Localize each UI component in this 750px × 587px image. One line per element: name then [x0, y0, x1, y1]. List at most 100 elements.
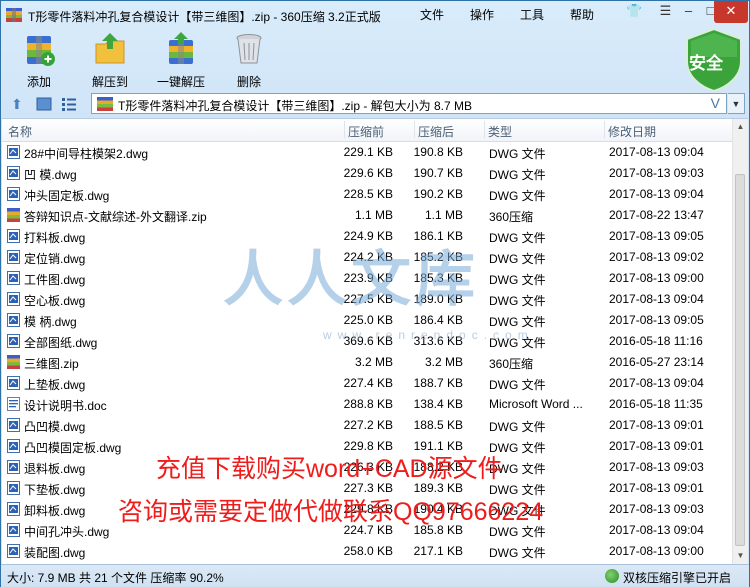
scroll-down-icon[interactable]: ▼ [733, 548, 748, 564]
dwg-file-icon [7, 229, 20, 243]
file-name: 卸料板.dwg [24, 504, 86, 518]
modified-date: 2017-08-13 09:00 [609, 544, 704, 558]
toolbar: 添加 解压到 一键解压 删除 [1, 29, 749, 91]
one-click-extract-button[interactable]: 一键解压 [151, 32, 211, 90]
list-view-icon[interactable] [61, 97, 77, 111]
dwg-file-icon [7, 376, 20, 390]
delete-label: 删除 [236, 75, 261, 89]
up-arrow-icon[interactable]: ⬆ [11, 97, 27, 111]
file-type: DWG 文件 [489, 378, 546, 392]
table-row[interactable]: 设计说明书.doc 288.8 KB 138.4 KB Microsoft Wo… [2, 394, 733, 415]
address-path: T形零件落料冲孔复合模设计【带三维图】.zip - 解包大小为 8.7 MB [118, 99, 473, 113]
trash-icon [236, 34, 262, 64]
table-row[interactable]: 三维图.zip 3.2 MB 3.2 MB 360压缩 2016-05-27 2… [2, 352, 733, 373]
file-type: DWG 文件 [489, 420, 546, 434]
watermark-url: www.renrendoc.com [323, 328, 534, 342]
address-v-label[interactable]: V [711, 95, 720, 111]
column-divider[interactable] [414, 121, 415, 138]
file-type: DWG 文件 [489, 273, 546, 287]
compressed-size: 228.5 KB [343, 187, 393, 201]
address-dropdown-button[interactable]: ▼ [728, 93, 745, 114]
table-row[interactable]: 上垫板.dwg 227.4 KB 188.7 KB DWG 文件 2017-08… [2, 373, 733, 394]
skin-shirt-icon[interactable]: 👕 [621, 1, 648, 23]
scroll-thumb[interactable] [735, 174, 745, 546]
delete-button[interactable]: 删除 [227, 32, 271, 90]
table-row[interactable]: 答辩知识点-文献综述-外文翻译.zip 1.1 MB 1.1 MB 360压缩 … [2, 205, 733, 226]
promo-line-2: 咨询或需要定做代做联系QQ97666224 [118, 498, 544, 526]
dwg-file-icon [7, 460, 20, 474]
extract-to-button[interactable]: 解压到 [83, 32, 137, 90]
large-icon-view-icon[interactable] [36, 97, 52, 111]
menu-tools[interactable]: 工具 [520, 6, 544, 23]
address-field[interactable]: T形零件落料冲孔复合模设计【带三维图】.zip - 解包大小为 8.7 MB V [91, 93, 727, 114]
original-size: 3.2 MB [424, 355, 463, 369]
compressed-size: 227.2 KB [343, 418, 393, 432]
compressed-size: 1.1 MB [354, 208, 393, 222]
file-name: 下垫板.dwg [24, 483, 86, 497]
file-name: 凸凹模.dwg [24, 420, 86, 434]
file-name: 冲头固定板.dwg [24, 189, 110, 203]
dwg-file-icon [7, 418, 20, 432]
file-name: 凸凹模固定板.dwg [24, 441, 122, 455]
original-size: 1.1 MB [424, 208, 463, 222]
vertical-scrollbar[interactable]: ▲ ▼ [732, 119, 748, 564]
file-type: DWG 文件 [489, 147, 546, 161]
modified-date: 2017-08-13 09:05 [609, 229, 704, 243]
add-button[interactable]: 添加 [13, 32, 65, 90]
original-size: 188.7 KB [413, 376, 463, 390]
doc-file-icon [7, 397, 20, 411]
column-divider[interactable] [344, 121, 345, 138]
compressed-size: 3.2 MB [354, 355, 393, 369]
file-type: 360压缩 [489, 357, 534, 371]
add-button-label: 添加 [26, 75, 51, 89]
modified-date: 2017-08-13 09:03 [609, 460, 704, 474]
status-engine-text[interactable]: 双核压缩引擎已开启 [623, 569, 731, 586]
original-size: 190.7 KB [413, 166, 463, 180]
column-modified-date[interactable]: 修改日期 [608, 123, 656, 140]
dwg-file-icon [7, 187, 20, 201]
column-compressed-size[interactable]: 压缩前 [348, 123, 384, 140]
modified-date: 2017-08-13 09:00 [609, 271, 704, 285]
modified-date: 2017-08-13 09:04 [609, 292, 704, 306]
column-divider[interactable] [484, 121, 485, 138]
menu-help[interactable]: 帮助 [570, 6, 594, 23]
file-name: 答辩知识点-文献综述-外文翻译.zip [24, 210, 207, 224]
menu-file[interactable]: 文件 [420, 6, 444, 23]
zip-file-icon [97, 97, 113, 111]
column-divider[interactable] [604, 121, 605, 138]
original-size: 138.4 KB [413, 397, 463, 411]
table-row[interactable]: 凹 模.dwg 229.6 KB 190.7 KB DWG 文件 2017-08… [2, 163, 733, 184]
modified-date: 2016-05-18 11:16 [609, 334, 703, 348]
dual-core-engine-icon [605, 569, 619, 583]
file-type: DWG 文件 [489, 252, 546, 266]
file-name: 打料板.dwg [24, 231, 86, 245]
archive-app-icon [6, 8, 22, 22]
table-row[interactable]: 凸凹模.dwg 227.2 KB 188.5 KB DWG 文件 2017-08… [2, 415, 733, 436]
column-original-size[interactable]: 压缩后 [418, 123, 454, 140]
file-name: 三维图.zip [24, 357, 79, 371]
modified-date: 2017-08-13 09:04 [609, 376, 704, 390]
watermark-logo: 人人文库 [223, 245, 479, 315]
dwg-file-icon [7, 250, 20, 264]
table-row[interactable]: 装配图.dwg 258.0 KB 217.1 KB DWG 文件 2017-08… [2, 541, 733, 562]
original-size: 217.1 KB [413, 544, 463, 558]
modified-date: 2017-08-13 09:03 [609, 502, 704, 516]
table-row[interactable]: 冲头固定板.dwg 228.5 KB 190.2 KB DWG 文件 2017-… [2, 184, 733, 205]
menu-operation[interactable]: 操作 [470, 6, 494, 23]
column-type[interactable]: 类型 [488, 123, 512, 140]
file-name: 设计说明书.doc [24, 399, 107, 413]
file-type: Microsoft Word ... [489, 397, 583, 411]
file-name: 模 柄.dwg [24, 315, 77, 329]
file-name: 装配图.dwg [24, 546, 86, 560]
table-row[interactable]: 28#中间导柱模架2.dwg 229.1 KB 190.8 KB DWG 文件 … [2, 142, 733, 163]
title-bar: T形零件落料冲孔复合模设计【带三维图】.zip - 360压缩 3.2正式版 文… [1, 1, 749, 29]
close-button[interactable]: ✕ [714, 1, 748, 23]
dwg-file-icon [7, 271, 20, 285]
status-summary: 大小: 7.9 MB 共 21 个文件 压缩率 90.2% [7, 571, 224, 585]
modified-date: 2017-08-13 09:01 [609, 418, 704, 432]
column-name[interactable]: 名称 [8, 123, 32, 140]
scroll-up-icon[interactable]: ▲ [733, 119, 748, 135]
zip-file-icon [7, 355, 20, 369]
file-type: DWG 文件 [489, 294, 546, 308]
app-window: T形零件落料冲孔复合模设计【带三维图】.zip - 360压缩 3.2正式版 文… [0, 0, 750, 587]
